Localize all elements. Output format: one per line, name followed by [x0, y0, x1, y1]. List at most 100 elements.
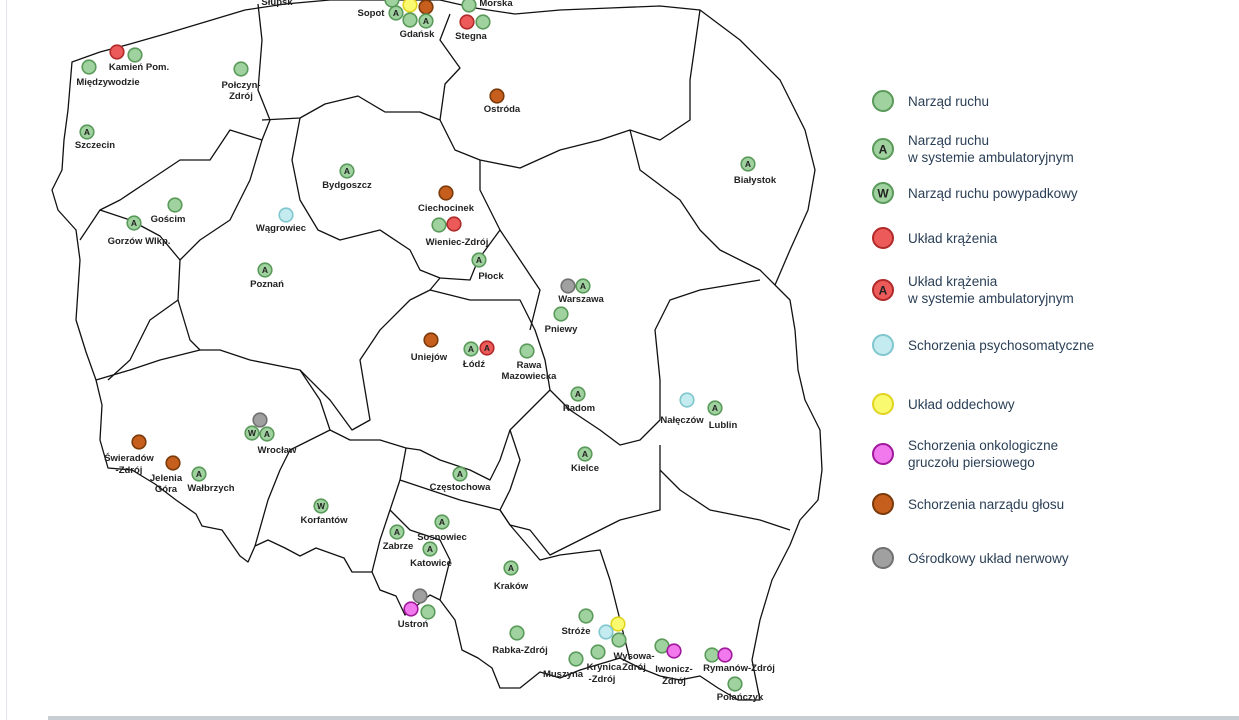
city-label-stroze: Stróże [561, 626, 590, 637]
city-label-zabrze: Zabrze [383, 541, 414, 552]
legend-label: Schorzenia narządu głosu [908, 496, 1065, 512]
city-label-krynica1: Krynica [587, 662, 623, 673]
marker-letter: A [131, 218, 137, 228]
city-label-lublin: Lublin [709, 420, 738, 431]
legend-label: Układ oddechowy [908, 396, 1015, 412]
marker-letter: A [582, 449, 588, 459]
marker-circle-nerw [560, 278, 576, 294]
legend-item-glos: Schorzenia narządu głosu [870, 491, 1064, 517]
marker-poznan-a: A [257, 262, 273, 278]
marker-katowice-a: A [422, 541, 438, 557]
city-label-iwonicz1: Iwonicz- [655, 664, 692, 675]
marker-circle-onko [403, 601, 419, 617]
marker-wysowa-ruch [611, 632, 627, 648]
city-label-slupsk: Słupsk [261, 0, 293, 8]
marker-sosnowiec-a: A [434, 514, 450, 530]
city-label-miedzywodzie: Międzywodzie [76, 77, 139, 88]
marker-gdansk-ruch [402, 12, 418, 28]
legend-nerw-circle-icon [870, 545, 896, 571]
marker-circle-ruch [384, 0, 400, 8]
marker-goscim-ruch [167, 197, 183, 213]
city-label-poznan: Poznań [250, 279, 284, 290]
marker-letter: A [394, 527, 400, 537]
marker-jelenia-brown [165, 455, 181, 471]
marker-letter: A [344, 166, 350, 176]
marker-naleczow-psycho [679, 392, 695, 408]
city-label-radom: Radom [563, 403, 595, 414]
marker-circle-oddech [402, 0, 418, 13]
city-label-walbrzych: Wałbrzych [187, 483, 234, 494]
city-label-korfantow: Korfantów [301, 515, 349, 526]
marker-circle-psycho [278, 207, 294, 223]
marker-circle-ruch [431, 217, 447, 233]
marker-warszawa-grey [560, 278, 576, 294]
marker-circle-ruch [461, 0, 477, 13]
marker-circle-ruch [167, 197, 183, 213]
marker-lublin-a: A [707, 400, 723, 416]
city-label-iwonicz2: Zdrój [662, 676, 686, 687]
marker-circle-glos [438, 185, 454, 201]
legend-ruch-circle-icon: A [870, 136, 896, 162]
city-label-wysowa2: Zdrój [622, 662, 646, 673]
marker-korfantow-w: W [313, 498, 329, 514]
marker-letter: W [248, 428, 257, 438]
marker-letter: A [712, 403, 718, 413]
marker-letter: A [423, 16, 429, 26]
marker-szczecin-a: A [79, 124, 95, 140]
marker-bydgoszcz-a: A [339, 163, 355, 179]
marker-stegna-ruch [475, 14, 491, 30]
legend-item-krazenie: Układ krążenia [870, 225, 997, 251]
marker-circle-glos [489, 88, 505, 104]
marker-circle-ruch [590, 644, 606, 660]
marker-circle-glos [418, 0, 434, 15]
marker-circle-ruch [553, 306, 569, 322]
marker-czestochowa-a: A [452, 466, 468, 482]
city-label-uniejow: Uniejów [411, 352, 448, 363]
marker-letter: A [196, 469, 202, 479]
marker-circle-krazenie [109, 44, 125, 60]
city-label-goscim: Gościm [151, 214, 186, 225]
city-label-warszawa: Warszawa [558, 294, 604, 305]
marker-letter: A [508, 563, 514, 573]
legend-krazenie-circle-icon: A [870, 277, 896, 303]
marker-rymanow-ruch [704, 647, 720, 663]
legend-item-oddech: Układ oddechowy [870, 391, 1015, 417]
marker-wroclaw-a: A [259, 426, 275, 442]
city-label-krakow: Kraków [494, 581, 529, 592]
marker-warszawa-a: A [575, 278, 591, 294]
marker-ustron-grey [412, 588, 428, 604]
legend-ruch-circle-icon: W [870, 180, 896, 206]
marker-walbrzych-a: A [191, 466, 207, 482]
marker-circle-ruch [81, 59, 97, 75]
marker-kamien-ruch [127, 47, 143, 63]
city-label-ostroda: Ostróda [484, 104, 521, 115]
city-label-sosnowiec: Sosnowiec [417, 532, 467, 543]
city-label-pniewy: Pniewy [545, 324, 578, 335]
marker-circle-glos [131, 434, 147, 450]
marker-zabrze-a: A [389, 524, 405, 540]
city-label-swieradow2: -Zdrój [116, 465, 143, 476]
city-label-rawa1: Rawa [517, 360, 543, 371]
marker-lodz-reda: A [479, 340, 495, 356]
marker-letter: A [439, 517, 445, 527]
marker-circle-ruch [402, 12, 418, 28]
legend-label: Ośrodkowy układ nerwowy [908, 550, 1069, 566]
marker-bialystok-a: A [740, 156, 756, 172]
marker-circle-onko [666, 643, 682, 659]
city-label-czestochowa: Częstochowa [430, 482, 491, 493]
city-label-sopot: Sopot [358, 8, 386, 19]
marker-circle-oddech [610, 616, 626, 632]
city-label-gorzow: Gorzów Wlkp. [108, 236, 171, 247]
city-label-ustron: Ustroń [398, 619, 429, 630]
marker-wieniec-red [446, 216, 462, 232]
legend-item-krazenie-a: A Układ krążenia w systemie ambulatoryjny… [870, 273, 1074, 307]
marker-letter: A [84, 127, 90, 137]
city-label-wieniec: Wieniec-Zdrój [426, 237, 489, 248]
marker-circle-psycho [598, 624, 614, 640]
city-label-wysowa1: Wysowa- [613, 651, 654, 662]
legend-item-nerw: Ośrodkowy układ nerwowy [870, 545, 1069, 571]
city-label-plock: Płock [478, 271, 504, 282]
city-label-polanczyk: Polańczyk [717, 692, 764, 703]
marker-morska-ruch [461, 0, 477, 13]
marker-kielce-a: A [577, 446, 593, 462]
